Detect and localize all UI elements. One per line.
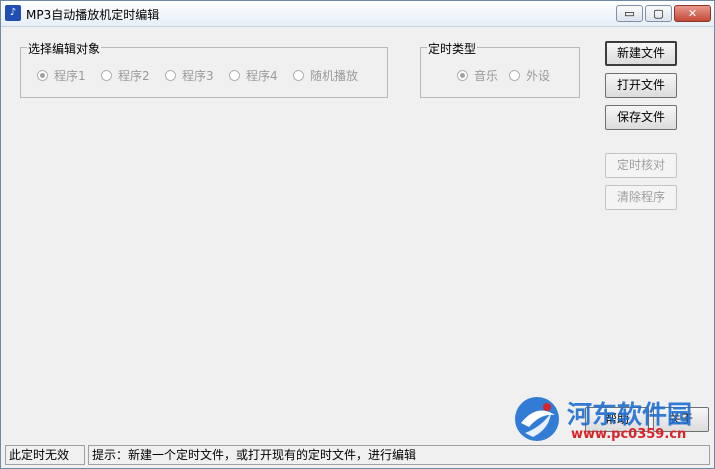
minimize-button[interactable]: ▭ (616, 5, 643, 22)
radio-random-play[interactable]: 随机播放 (293, 67, 358, 84)
close-icon: ✕ (687, 7, 698, 20)
status-hint-panel: 提示：新建一个定时文件，或打开现有的定时文件，进行编辑 (88, 445, 710, 465)
open-file-button[interactable]: 打开文件 (605, 73, 677, 98)
radio-label: 随机播放 (310, 69, 359, 83)
edit-target-group-label: 选择编辑对象 (27, 40, 102, 57)
maximize-icon: ▢ (653, 7, 664, 20)
radio-label: 音乐 (474, 69, 499, 83)
radio-program-1[interactable]: 程序1 (37, 67, 86, 84)
edit-target-group: 选择编辑对象 程序1 程序2 程序3 程序4 随机播放 (20, 40, 388, 98)
radio-program-4[interactable]: 程序4 (229, 67, 278, 84)
title-bar[interactable]: ♪ MP3自动播放机定时编辑 ▭ ▢ ✕ (1, 1, 714, 27)
radio-icon (101, 70, 112, 81)
maximize-button[interactable]: ▢ (645, 5, 672, 22)
radio-peripheral[interactable]: 外设 (509, 67, 550, 84)
minimize-icon: ▭ (624, 7, 635, 20)
timer-type-group-label: 定时类型 (427, 40, 478, 57)
save-file-button[interactable]: 保存文件 (605, 105, 677, 130)
app-icon[interactable]: ♪ (5, 5, 21, 21)
window-title: MP3自动播放机定时编辑 (26, 8, 160, 22)
watermark-url: www.pc0359.cn (571, 427, 687, 442)
radio-icon (509, 70, 520, 81)
watermark-title: 河东软件园 (567, 400, 693, 429)
radio-music[interactable]: 音乐 (457, 67, 498, 84)
status-left-panel: 此定时无效 (5, 445, 85, 465)
timer-type-group: 定时类型 音乐 外设 (420, 40, 580, 98)
radio-program-2[interactable]: 程序2 (101, 67, 150, 84)
watermark-logo-icon (515, 397, 559, 441)
radio-icon (229, 70, 240, 81)
close-button[interactable]: ✕ (674, 5, 711, 22)
timer-check-button[interactable]: 定时核对 (605, 153, 677, 178)
radio-label: 程序4 (246, 69, 278, 83)
radio-label: 程序3 (182, 69, 214, 83)
radio-label: 程序2 (118, 69, 150, 83)
clear-program-button[interactable]: 清除程序 (605, 185, 677, 210)
new-file-button[interactable]: 新建文件 (605, 41, 677, 66)
radio-program-3[interactable]: 程序3 (165, 67, 214, 84)
app-window: ♪ MP3自动播放机定时编辑 ▭ ▢ ✕ 选择编辑对象 程序1 程序2 程序3 … (0, 0, 715, 469)
radio-icon (293, 70, 304, 81)
radio-icon (165, 70, 176, 81)
radio-label: 外设 (526, 69, 551, 83)
watermark: 河东软件园 www.pc0359.cn (511, 393, 711, 445)
radio-selected-icon (37, 70, 48, 81)
radio-label: 程序1 (54, 69, 86, 83)
radio-selected-icon (457, 70, 468, 81)
